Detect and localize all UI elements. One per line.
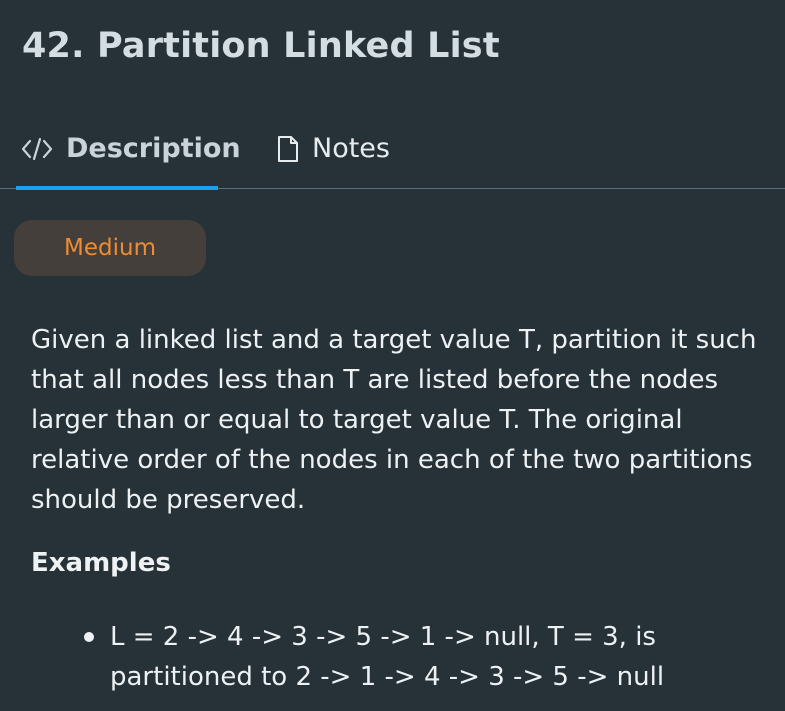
problem-description: Given a linked list and a target value T… [31,325,757,515]
example-item: L = 2 -> 4 -> 3 -> 5 -> 1 -> null, T = 3… [0,617,670,697]
difficulty-badge: Medium [14,220,206,276]
example-text: L = 2 -> 4 -> 3 -> 5 -> 1 -> null, T = 3… [110,622,665,692]
document-icon [276,133,300,165]
tab-description-label: Description [66,133,241,164]
tab-notes[interactable]: Notes [276,125,390,188]
examples-heading: Examples [31,548,171,578]
examples-list: L = 2 -> 4 -> 3 -> 5 -> 1 -> null, T = 3… [0,617,785,697]
code-icon [20,133,54,165]
tab-description[interactable]: Description [16,125,241,190]
tab-bar: Description Notes [0,125,785,190]
tab-notes-label: Notes [312,133,390,164]
page-title: 42. Partition Linked List [22,26,500,66]
bullet-icon [84,632,94,642]
